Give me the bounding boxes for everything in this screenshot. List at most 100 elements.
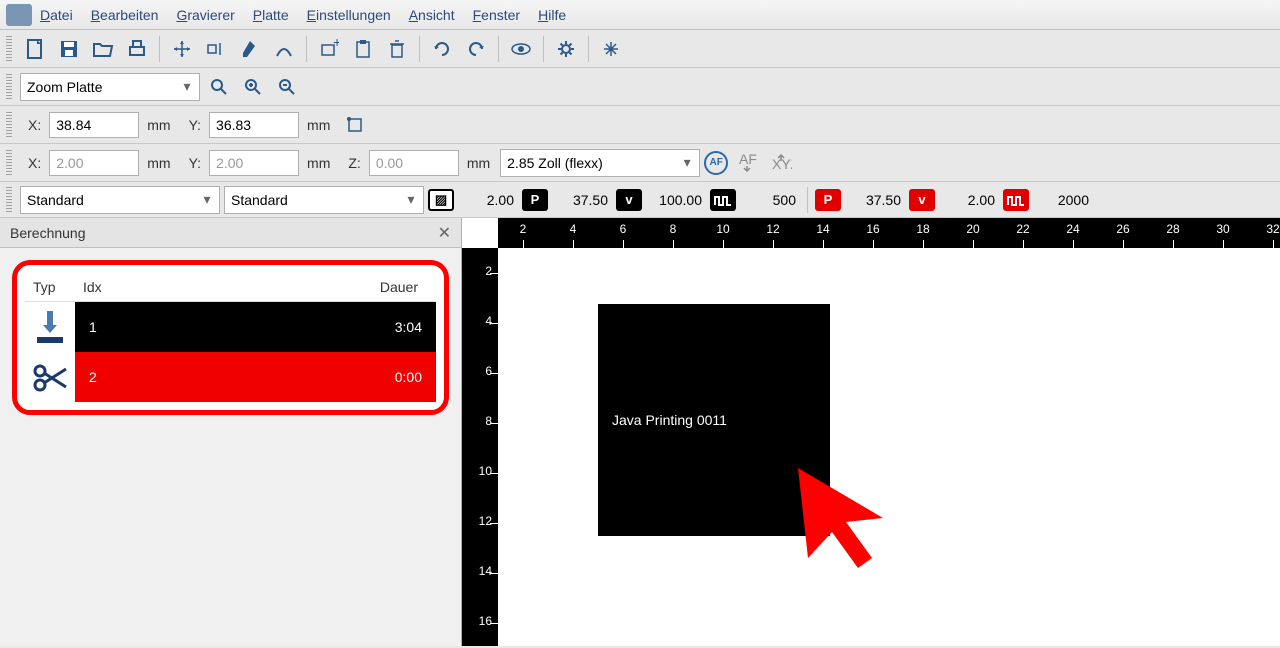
zoom-toolbar: Zoom Platte ▾ [0, 68, 1280, 106]
freq-black-icon [710, 189, 736, 211]
param-val[interactable]: 37.50 [552, 192, 612, 208]
toolbar-grip[interactable] [6, 36, 12, 62]
af-down-icon[interactable]: AF [732, 148, 762, 178]
laser-icon[interactable] [596, 34, 626, 64]
speed-black-icon: v [616, 189, 642, 211]
ruler-tick: 4 [462, 298, 498, 348]
paste-icon[interactable] [348, 34, 378, 64]
x-unit: mm [147, 117, 170, 133]
menu-ansicht[interactable]: Ansicht [409, 7, 455, 23]
chevron-down-icon: ▾ [679, 154, 695, 171]
eye-icon[interactable] [506, 34, 536, 64]
menu-datei[interactable]: Datei [40, 7, 73, 23]
new-icon[interactable] [20, 34, 50, 64]
z-label: Z: [348, 155, 360, 171]
hatch-icon[interactable]: ▨ [428, 189, 454, 211]
canvas[interactable]: Java Printing 0011 [498, 248, 1280, 646]
layer-combo-2[interactable]: Standard ▾ [224, 186, 424, 214]
xyz-icon[interactable]: XYZ [766, 148, 796, 178]
y-input[interactable]: 36.83 [209, 112, 299, 138]
separator [306, 36, 307, 62]
table-header: Typ Idx Dauer [25, 273, 436, 302]
ruler-tick: 12 [748, 218, 798, 248]
z-unit: mm [467, 155, 490, 171]
menu-bearbeiten[interactable]: Bearbeiten [91, 7, 159, 23]
delete-icon[interactable] [382, 34, 412, 64]
zoom-out-icon[interactable] [272, 72, 302, 102]
ruler-tick: 6 [598, 218, 648, 248]
print-icon[interactable] [122, 34, 152, 64]
y-unit: mm [307, 117, 330, 133]
rotate-left-icon[interactable] [427, 34, 457, 64]
save-icon[interactable] [54, 34, 84, 64]
open-icon[interactable] [88, 34, 118, 64]
x2-input[interactable]: 2.00 [49, 150, 139, 176]
workspace: Berechnung ✕ Typ Idx Dauer 1 3:04 [0, 218, 1280, 646]
zoom-combo[interactable]: Zoom Platte ▾ [20, 73, 200, 101]
x2-label: X: [28, 155, 41, 171]
y-label: Y: [189, 117, 201, 133]
toolbar-grip[interactable] [6, 74, 12, 100]
table-row[interactable]: 2 0:00 [25, 352, 436, 402]
ruler-tick: 2 [462, 248, 498, 298]
menubar: Datei Bearbeiten Gravierer Platte Einste… [0, 0, 1280, 30]
separator [588, 36, 589, 62]
ruler-vertical: 246810121416 [462, 248, 498, 646]
material-label: 2.85 Zoll (flexx) [507, 155, 603, 171]
curve-icon[interactable] [269, 34, 299, 64]
menu-gravierer[interactable]: Gravierer [176, 7, 234, 23]
zoom-in-icon[interactable] [238, 72, 268, 102]
x-input[interactable]: 38.84 [49, 112, 139, 138]
ruler-tick: 10 [698, 218, 748, 248]
svg-text:XYZ: XYZ [772, 156, 792, 172]
param-val[interactable]: 37.50 [845, 192, 905, 208]
close-icon[interactable]: ✕ [438, 223, 451, 243]
x2-unit: mm [147, 155, 170, 171]
gear-icon[interactable] [551, 34, 581, 64]
zoom-tool-icon[interactable] [204, 72, 234, 102]
toolbar-grip[interactable] [6, 150, 12, 176]
coords-toolbar-2: X: 2.00 mm Y: 2.00 mm Z: 0.00 mm 2.85 Zo… [0, 144, 1280, 182]
menu-einstellungen[interactable]: Einstellungen [307, 7, 391, 23]
menu-platte[interactable]: Platte [253, 7, 289, 23]
col-dauer: Dauer [143, 279, 428, 295]
param-val[interactable]: 2.00 [939, 192, 999, 208]
param-val[interactable]: 2.00 [458, 192, 518, 208]
ruler-tick: 8 [462, 398, 498, 448]
power-red-icon: P [815, 189, 841, 211]
align-icon[interactable] [201, 34, 231, 64]
param-val[interactable]: 2000 [1033, 192, 1093, 208]
layer-add-icon[interactable]: + [314, 34, 344, 64]
canvas-area: 2468101214161820222426283032 24681012141… [462, 218, 1280, 646]
autofocus-icon[interactable]: AF [704, 151, 728, 175]
param-val[interactable]: 500 [740, 192, 800, 208]
menu-hilfe[interactable]: Hilfe [538, 7, 566, 23]
move-icon[interactable] [167, 34, 197, 64]
pen-icon[interactable] [235, 34, 265, 64]
ruler-tick: 4 [548, 218, 598, 248]
calculation-panel: Berechnung ✕ Typ Idx Dauer 1 3:04 [0, 218, 462, 646]
y2-input[interactable]: 2.00 [209, 150, 299, 176]
row-duration: 3:04 [129, 319, 422, 335]
toolbar-grip[interactable] [6, 187, 12, 213]
svg-text:AF: AF [739, 154, 757, 167]
menu-fenster[interactable]: Fenster [473, 7, 520, 23]
chevron-down-icon: ▾ [179, 78, 195, 95]
zoom-combo-label: Zoom Platte [27, 79, 102, 95]
material-combo[interactable]: 2.85 Zoll (flexx) ▾ [500, 149, 700, 177]
origin-icon[interactable] [340, 110, 370, 140]
col-idx: Idx [83, 279, 143, 295]
panel-titlebar: Berechnung ✕ [0, 218, 461, 248]
ruler-tick: 14 [462, 548, 498, 598]
layer-combo-1[interactable]: Standard ▾ [20, 186, 220, 214]
separator [807, 187, 808, 213]
ruler-tick: 22 [998, 218, 1048, 248]
z-input[interactable]: 0.00 [369, 150, 459, 176]
table-row[interactable]: 1 3:04 [25, 302, 436, 352]
ruler-tick: 24 [1048, 218, 1098, 248]
param-val[interactable]: 100.00 [646, 192, 706, 208]
separator [159, 36, 160, 62]
ruler-tick: 8 [648, 218, 698, 248]
toolbar-grip[interactable] [6, 112, 12, 138]
rotate-right-icon[interactable] [461, 34, 491, 64]
